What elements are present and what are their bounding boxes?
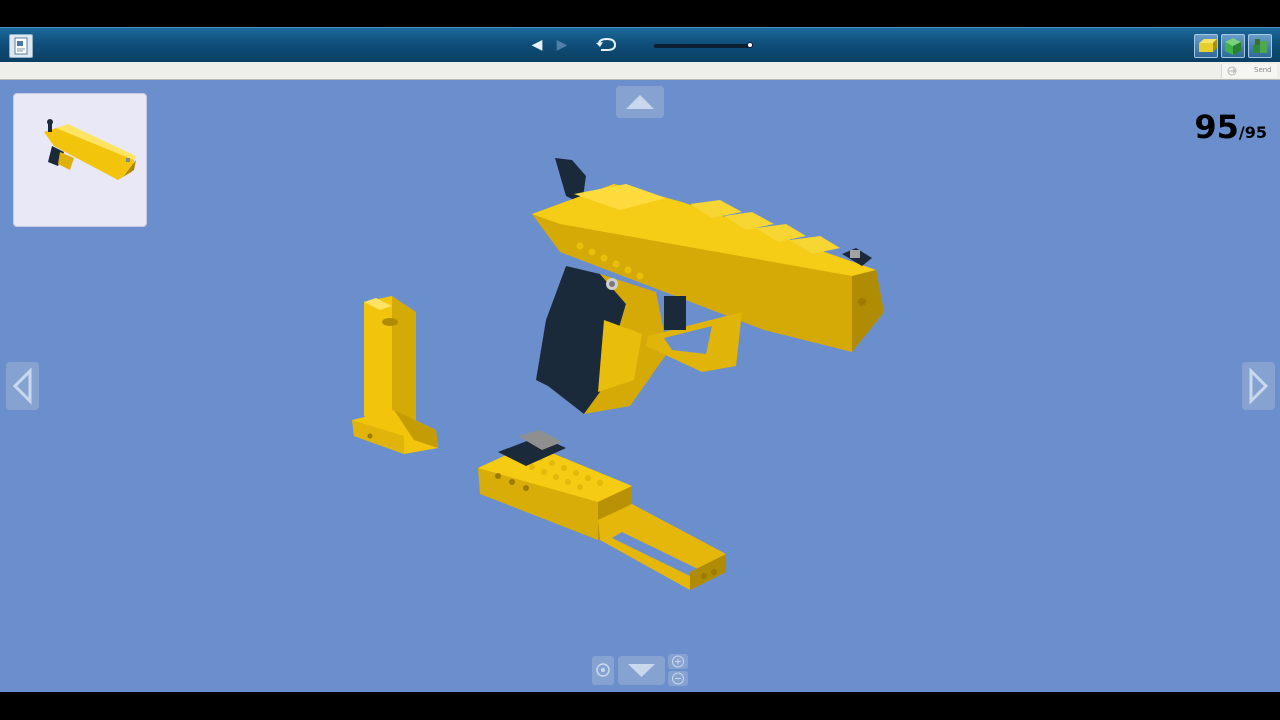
instruction-viewer: ◀ ▶ Send 95/95 (0, 0, 1280, 720)
step-progress-fill (654, 44, 750, 48)
pistol-body (532, 158, 884, 414)
view-model-icon[interactable] (1194, 34, 1218, 58)
top-toolbar: ◀ ▶ (0, 27, 1280, 62)
view-bricks-icon[interactable] (1221, 34, 1245, 58)
lego-pistol-model (352, 158, 884, 590)
next-step-icon[interactable]: ▶ (554, 36, 570, 54)
magazine-piece (352, 296, 438, 454)
secondary-bar: Send (0, 62, 1280, 80)
step-progress-slider[interactable] (654, 42, 753, 48)
lower-frame-piece (478, 430, 726, 590)
document-icon[interactable] (9, 34, 33, 58)
send-button[interactable]: Send (1221, 64, 1277, 78)
rotate-icon[interactable] (594, 34, 620, 56)
letterbox-bottom (0, 692, 1280, 720)
view-grid-icon[interactable] (1248, 34, 1272, 58)
send-icon (1227, 66, 1237, 76)
step-progress-knob[interactable] (747, 42, 753, 48)
previous-step-icon[interactable]: ◀ (529, 36, 545, 54)
model-canvas[interactable]: 95/95 (0, 80, 1280, 692)
letterbox-top (0, 0, 1280, 27)
send-label: Send (1254, 66, 1272, 74)
